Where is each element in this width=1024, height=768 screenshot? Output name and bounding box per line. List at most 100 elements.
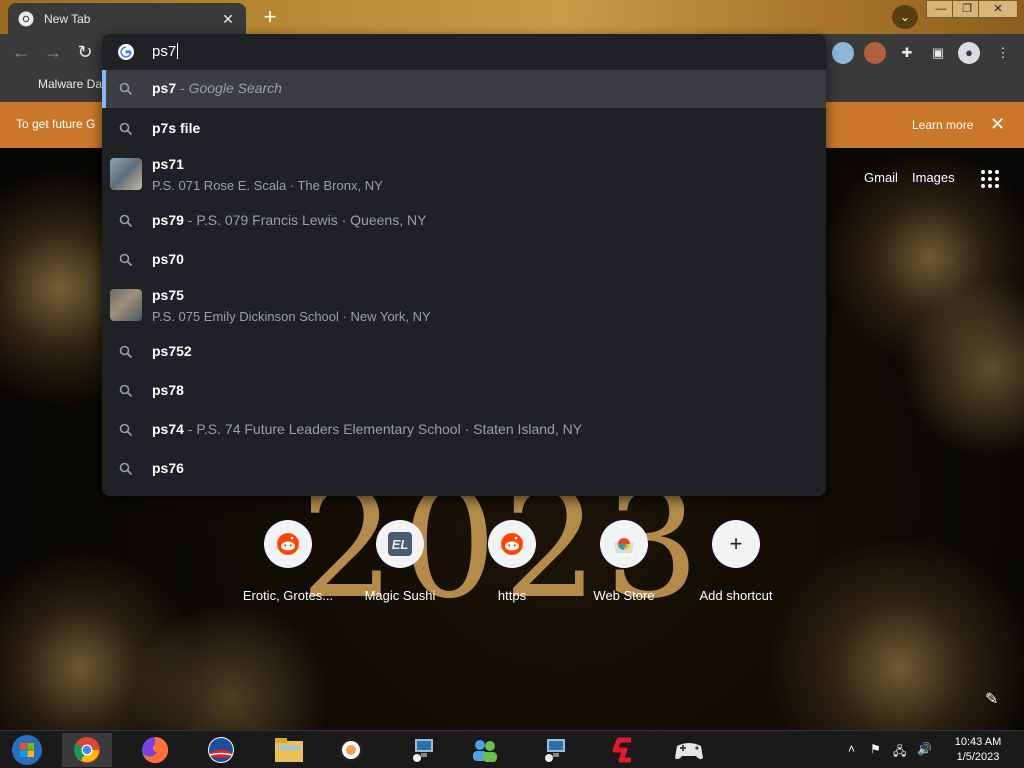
- reload-button[interactable]: ↻: [74, 42, 96, 64]
- clock-date: 1/5/2023: [956, 751, 1000, 763]
- search-icon: [119, 345, 133, 359]
- extensions-puzzle-icon[interactable]: ✚: [896, 42, 918, 64]
- bookmark-item[interactable]: Malware Dat: [38, 77, 105, 91]
- taskbar-chrome-icon[interactable]: [62, 733, 112, 767]
- suggestion-row[interactable]: ps75 P.S. 075 Emily Dickinson School · N…: [102, 279, 826, 327]
- shortcut-label: Add shortcut: [699, 588, 773, 603]
- shortcut-tile[interactable]: EL Magic Sushi: [344, 520, 456, 603]
- system-clock[interactable]: 10:43 AM 1/5/2023: [948, 735, 1008, 765]
- shortcut-tile[interactable]: Erotic, Grotes...: [232, 520, 344, 603]
- webstore-icon: [614, 538, 634, 553]
- tab-close-icon[interactable]: ✕: [220, 11, 236, 27]
- omnibox-dropdown: ps7 ps7 - Google Search p7s file ps71 P.…: [102, 34, 826, 496]
- address-bar[interactable]: ps7: [102, 34, 826, 70]
- shortcut-label: Web Store: [593, 588, 655, 603]
- taskbar-network-computer-icon[interactable]: [398, 733, 448, 767]
- search-icon: [119, 82, 133, 96]
- taskbar-users-icon[interactable]: [460, 733, 510, 767]
- search-icon: [119, 253, 133, 267]
- suggestion-query: ps7: [152, 80, 177, 96]
- el-icon: EL: [388, 532, 412, 556]
- tab-new-tab[interactable]: New Tab ✕: [8, 3, 246, 34]
- address-bar-input[interactable]: ps7: [152, 43, 179, 60]
- suggestion-thumbnail-image: [110, 289, 142, 321]
- suggestion-row[interactable]: ps74 - P.S. 74 Future Leaders Elementary…: [102, 410, 826, 449]
- tray-overflow-chevron-icon[interactable]: ˄: [848, 742, 855, 756]
- suggestion-query: ps70: [152, 251, 184, 267]
- new-tab-button[interactable]: +: [258, 6, 282, 30]
- shortcut-label: Erotic, Grotes...: [242, 588, 334, 603]
- suggestion-row[interactable]: ps76: [102, 449, 826, 488]
- taskbar-gamepad-icon[interactable]: [664, 733, 714, 767]
- suggestion-row[interactable]: p7s file: [102, 109, 826, 148]
- suggestion-row[interactable]: ps79 - P.S. 079 Francis Lewis · Queens, …: [102, 201, 826, 240]
- info-bar-close-icon[interactable]: ✕: [990, 114, 1005, 135]
- taskbar-obama-logo-icon[interactable]: [196, 733, 246, 767]
- suggestion-query: ps78: [152, 382, 184, 398]
- suggestion-query: ps76: [152, 460, 184, 476]
- close-window-button[interactable]: ✕: [978, 0, 1018, 18]
- plus-icon: +: [729, 531, 743, 556]
- suggestion-row[interactable]: ps70: [102, 240, 826, 279]
- info-bar-text: To get future G: [16, 117, 96, 131]
- chrome-icon: [18, 11, 34, 26]
- shortcut-label: Magic Sushi: [364, 588, 436, 603]
- svg-text:EL: EL: [392, 537, 409, 552]
- suggestion-thumbnail-image: [110, 158, 142, 190]
- text-caret: [177, 43, 179, 59]
- suggestion-query: ps79: [152, 212, 184, 228]
- taskbar-remote-desktop-icon[interactable]: [530, 733, 580, 767]
- search-icon: [119, 423, 133, 437]
- learn-more-link[interactable]: Learn more: [912, 118, 973, 132]
- reddit-icon: [277, 533, 299, 555]
- suggestion-query: p7s file: [152, 120, 201, 136]
- customize-pencil-icon[interactable]: ✎: [985, 689, 998, 709]
- side-panel-icon[interactable]: ▣: [927, 42, 949, 64]
- profile-extension-icon[interactable]: [864, 42, 886, 64]
- google-g-icon: [118, 44, 134, 60]
- search-icon: [119, 122, 133, 136]
- google-apps-icon[interactable]: [981, 170, 999, 188]
- gmail-link[interactable]: Gmail: [864, 170, 898, 185]
- network-icon[interactable]: 🖧: [893, 742, 906, 763]
- taskbar-firefox-icon[interactable]: [130, 733, 180, 767]
- suggestion-row[interactable]: ps78: [102, 371, 826, 410]
- extension-flag-icon[interactable]: [832, 42, 854, 64]
- suggestion-query: ps74: [152, 421, 184, 437]
- shortcut-tile[interactable]: Web Store: [568, 520, 680, 603]
- windows-taskbar: ˄ ⚑ 🖧 🔊 10:43 AM 1/5/2023: [0, 730, 1024, 768]
- taskbar-red-s-app-icon[interactable]: [598, 733, 648, 767]
- clock-time: 10:43 AM: [954, 736, 1002, 748]
- tab-strip: New Tab ✕ + ⌄ — ❐ ✕: [0, 0, 1024, 34]
- volume-icon[interactable]: 🔊: [917, 742, 932, 756]
- suggestion-description: - Google Search: [176, 80, 282, 96]
- search-icon: [119, 462, 133, 476]
- menu-kebab-icon[interactable]: ⋮: [992, 42, 1014, 64]
- suggestion-subtitle: P.S. 075 Emily Dickinson School · New Yo…: [152, 309, 431, 324]
- shortcut-label: https: [497, 588, 527, 603]
- suggestion-row[interactable]: ps752: [102, 332, 826, 371]
- images-link[interactable]: Images: [912, 170, 955, 185]
- tab-title: New Tab: [44, 11, 91, 26]
- action-center-flag-icon[interactable]: ⚑: [870, 742, 881, 756]
- taskbar-file-explorer-icon[interactable]: [264, 733, 314, 767]
- search-icon: [119, 214, 133, 228]
- forward-button[interactable]: →: [42, 42, 64, 64]
- shortcut-tile[interactable]: https: [456, 520, 568, 603]
- suggestion-query: ps75: [152, 287, 184, 303]
- search-icon: [119, 384, 133, 398]
- suggestion-row[interactable]: ps71 P.S. 071 Rose E. Scala · The Bronx,…: [102, 148, 826, 196]
- tab-search-button[interactable]: ⌄: [892, 5, 918, 29]
- back-button[interactable]: ←: [10, 42, 32, 64]
- suggestion-query: ps71: [152, 156, 184, 172]
- suggestion-query: ps752: [152, 343, 192, 359]
- suggestion-subtitle: P.S. 071 Rose E. Scala · The Bronx, NY: [152, 178, 383, 193]
- suggestion-description: - P.S. 079 Francis Lewis · Queens, NY: [183, 212, 427, 228]
- start-orb-icon[interactable]: [2, 733, 52, 767]
- suggestion-row[interactable]: ps7 - Google Search: [102, 70, 826, 108]
- taskbar-sushi-app-icon[interactable]: [326, 733, 376, 767]
- add-shortcut-tile[interactable]: + Add shortcut: [680, 520, 792, 603]
- suggestion-description: - P.S. 74 Future Leaders Elementary Scho…: [183, 421, 583, 437]
- profile-avatar-icon[interactable]: ●: [958, 42, 980, 64]
- reddit-icon: [501, 533, 523, 555]
